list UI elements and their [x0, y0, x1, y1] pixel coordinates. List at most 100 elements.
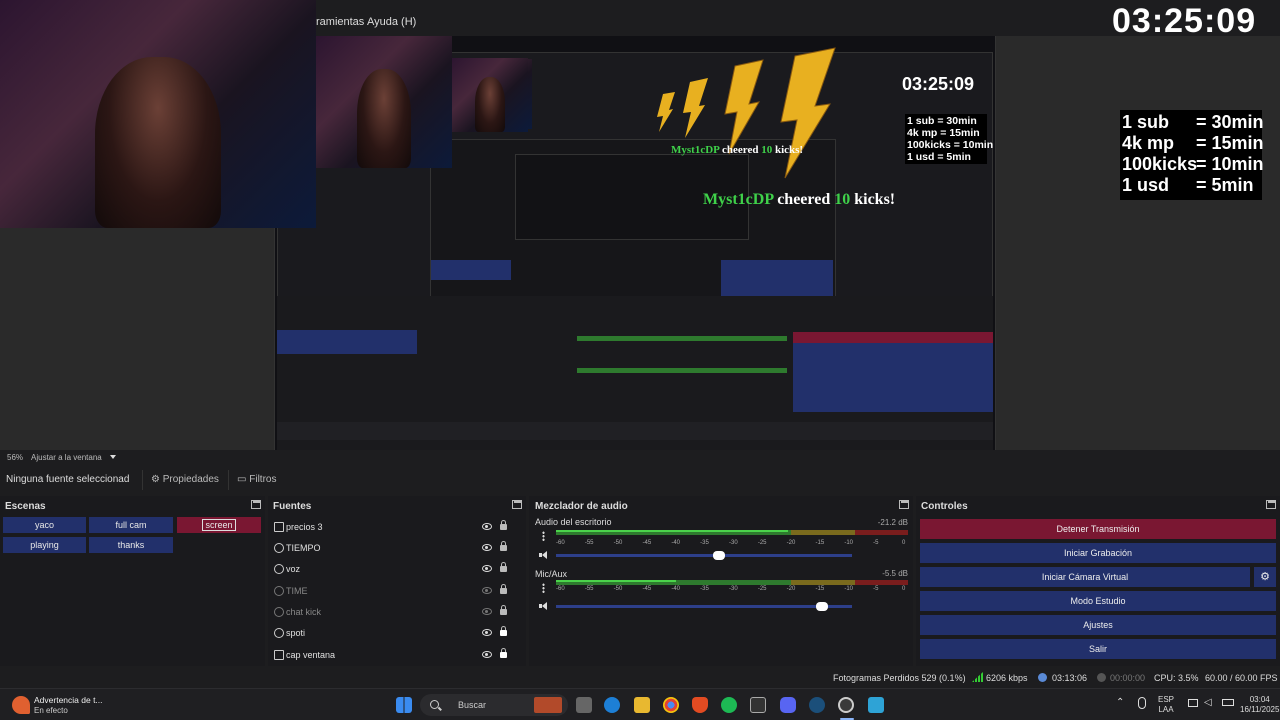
scene-playing[interactable]: playing	[3, 537, 86, 553]
eye-hidden-icon[interactable]	[482, 587, 492, 594]
search-icon	[430, 700, 439, 709]
source-row[interactable]: spoti	[272, 624, 514, 642]
steam-icon[interactable]	[809, 697, 825, 713]
nested-meter-2	[577, 368, 787, 373]
window-icon	[274, 650, 284, 660]
filters-button[interactable]: ▭ Filtros	[228, 470, 284, 490]
rate-val: = 5min	[1196, 175, 1254, 195]
lock-icon[interactable]	[500, 626, 507, 636]
virtual-camera-button[interactable]: Iniciar Cámara Virtual	[920, 567, 1250, 587]
stop-stream-button[interactable]: Detener Transmisión	[920, 519, 1276, 539]
chevron-up-icon[interactable]: ⌃	[1116, 698, 1124, 708]
taskbar-search[interactable]: Buscar	[420, 694, 568, 716]
clock[interactable]: 03:04 16/11/2025	[1240, 695, 1279, 715]
cheer-name: Myst1cDP	[703, 191, 774, 208]
channel-mic-db: -5.5 dB	[882, 569, 908, 578]
microphone-icon[interactable]	[1138, 697, 1146, 709]
windows-start-icon[interactable]	[396, 697, 412, 713]
db-tick-label: -5	[873, 540, 879, 546]
popout-icon[interactable]	[1266, 500, 1276, 509]
lock-icon[interactable]	[500, 562, 507, 572]
start-recording-button[interactable]: Iniciar Grabación	[920, 543, 1276, 563]
zoom-bar: 56% Ajustar a la ventana	[0, 452, 1280, 464]
epic-games-icon[interactable]	[750, 697, 766, 713]
fader-knob[interactable]	[816, 602, 829, 611]
scene-yaco[interactable]: yaco	[3, 517, 86, 533]
eye-icon[interactable]	[482, 565, 492, 572]
brave-icon[interactable]	[692, 697, 708, 713]
task-view-icon[interactable]	[576, 697, 592, 713]
lock-icon[interactable]	[500, 605, 507, 615]
edge-icon[interactable]	[604, 697, 620, 713]
gear-icon[interactable]: ⚙	[1254, 567, 1276, 587]
cpu-usage: CPU: 3.5%	[1154, 673, 1199, 683]
properties-button[interactable]: ⚙ Propiedades	[142, 470, 227, 490]
popout-icon[interactable]	[251, 500, 261, 509]
chevron-down-icon[interactable]	[110, 455, 116, 459]
more-icon[interactable]	[542, 531, 545, 541]
popout-icon[interactable]	[899, 500, 909, 509]
rate-val: = 15min	[940, 127, 980, 139]
obs-icon[interactable]	[838, 697, 854, 713]
lock-icon[interactable]	[500, 648, 507, 658]
rate-key: 1 usd	[1122, 175, 1170, 195]
zoom-mode[interactable]: Ajustar a la ventana	[31, 453, 102, 462]
browser-icon	[274, 586, 284, 596]
cheer-verb: cheered	[777, 191, 831, 208]
db-tick-label: -25	[757, 586, 767, 592]
lock-icon[interactable]	[500, 541, 507, 551]
popout-icon[interactable]	[512, 500, 522, 509]
battery-icon[interactable]	[1222, 699, 1234, 706]
source-row[interactable]: chat kick	[272, 603, 514, 621]
db-tick-label: 0	[902, 540, 906, 546]
settings-button[interactable]: Ajustes	[920, 615, 1276, 635]
cheer-name-2: Myst1cDP	[671, 144, 720, 156]
channel-mic-name: Mic/Aux	[535, 569, 568, 579]
search-label: Buscar	[458, 700, 487, 710]
studio-mode-button[interactable]: Modo Estudio	[920, 591, 1276, 611]
channel-mic-fader[interactable]	[556, 602, 852, 611]
fader-knob[interactable]	[712, 551, 725, 560]
eye-icon[interactable]	[482, 523, 492, 530]
spotify-icon[interactable]	[721, 697, 737, 713]
eye-icon[interactable]	[482, 629, 492, 636]
source-row[interactable]: precios 3	[272, 518, 514, 536]
speaker-icon[interactable]: ◁	[1204, 698, 1212, 708]
source-row[interactable]: cap ventana	[272, 646, 514, 664]
eye-hidden-icon[interactable]	[482, 608, 492, 615]
source-row[interactable]: voz	[272, 560, 514, 578]
scenes-dock: Escenas yaco full cam screen playing tha…	[0, 496, 265, 666]
volume-icon[interactable]	[539, 551, 549, 559]
source-row[interactable]: TIME	[272, 582, 514, 600]
channel-desktop-db: -21.2 dB	[877, 518, 908, 527]
browser-icon	[274, 607, 284, 617]
exit-button[interactable]: Salir	[920, 639, 1276, 659]
timer-overlay-nested: 03:25:09	[902, 74, 975, 94]
menu-help[interactable]: Ayuda (H)	[367, 16, 416, 28]
preview-canvas[interactable]: Myst1cDP cheered 10 kicks! Myst1cDP chee…	[0, 0, 1280, 450]
eye-icon[interactable]	[482, 544, 492, 551]
file-explorer-icon[interactable]	[634, 697, 650, 713]
scene-full-cam[interactable]: full cam	[89, 517, 173, 533]
notepad-icon[interactable]	[868, 697, 884, 713]
notification-title[interactable]: Advertencia de t...	[34, 695, 103, 705]
scene-thanks[interactable]: thanks	[89, 537, 173, 553]
source-row[interactable]: TIEMPO	[272, 539, 514, 557]
scene-screen-label: screen	[202, 519, 236, 531]
properties-label: Propiedades	[162, 474, 219, 485]
channel-desktop-fader[interactable]	[556, 551, 852, 560]
menu-tools[interactable]: ramientas	[316, 16, 364, 28]
more-icon[interactable]	[542, 583, 545, 593]
lock-icon[interactable]	[500, 520, 507, 530]
chrome-icon[interactable]	[663, 697, 679, 713]
db-tick-label: -50	[613, 586, 623, 592]
language-indicator[interactable]: ESP LAA	[1158, 695, 1174, 715]
lock-icon[interactable]	[500, 584, 507, 594]
scene-screen[interactable]: screen	[177, 517, 261, 533]
volume-icon[interactable]	[539, 602, 549, 610]
discord-icon[interactable]	[780, 697, 796, 713]
network-icon[interactable]	[1188, 699, 1198, 707]
db-tick-label: -60	[556, 540, 565, 546]
eye-icon[interactable]	[482, 651, 492, 658]
rate-val: = 10min	[953, 139, 994, 151]
